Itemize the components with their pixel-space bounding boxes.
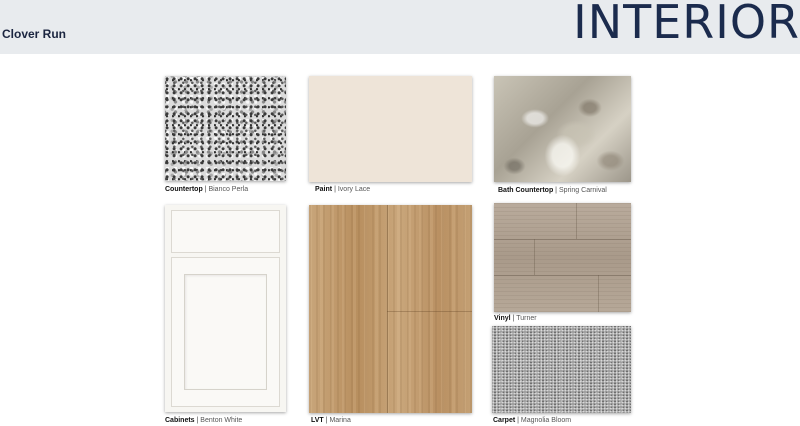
bath-countertop-value: Spring Carnival <box>558 187 607 194</box>
cabinets-caption: Cabinets | Benton White <box>165 417 242 424</box>
countertop-swatch-image <box>165 76 286 181</box>
vinyl-swatch-image <box>494 203 631 312</box>
caption-separator: | <box>517 417 519 424</box>
plank-seam <box>598 275 599 312</box>
cabinet-door-panel <box>171 257 280 407</box>
cabinets-swatch-image <box>165 205 286 412</box>
caption-separator: | <box>196 417 199 424</box>
caption-separator: | <box>204 186 207 193</box>
paint-label: Paint <box>315 186 333 193</box>
plank-seam <box>387 205 388 413</box>
cabinets-label: Cabinets <box>165 417 195 424</box>
paint-caption: Paint | Ivory Lace <box>315 186 370 193</box>
paint-swatch-image <box>309 76 472 182</box>
plank-seam <box>576 203 577 239</box>
countertop-label: Countertop <box>165 186 203 193</box>
paint-value: Ivory Lace <box>337 186 371 193</box>
vinyl-caption: Vinyl | Turner <box>494 315 537 322</box>
bath-countertop-label: Bath Countertop <box>498 187 554 194</box>
caption-separator: | <box>325 417 328 424</box>
vinyl-value: Turner <box>516 315 537 322</box>
carpet-swatch-image <box>492 326 631 413</box>
page-header: Clover Run INTERIOR <box>0 0 800 54</box>
cabinets-value: Benton White <box>200 417 243 424</box>
community-name: Clover Run <box>2 27 67 41</box>
plank-seam <box>534 239 535 275</box>
plank-seam <box>494 275 631 276</box>
carpet-caption: Carpet | Magnolia Bloom <box>493 417 571 424</box>
caption-separator: | <box>334 186 336 193</box>
caption-separator: | <box>555 187 557 194</box>
lvt-caption: LVT | Marina <box>311 417 351 424</box>
section-title: INTERIOR <box>573 0 800 49</box>
vinyl-label: Vinyl <box>494 315 511 322</box>
lvt-value: Marina <box>329 417 351 424</box>
plank-seam <box>387 311 472 312</box>
lvt-label: LVT <box>311 417 324 424</box>
plank-seam <box>494 239 631 240</box>
carpet-value: Magnolia Bloom <box>520 417 572 424</box>
cabinet-top-rail <box>171 210 280 253</box>
lvt-swatch-image <box>309 205 472 413</box>
countertop-caption: Countertop | Bianco Perla <box>165 186 248 193</box>
bath-countertop-swatch-image <box>494 76 631 182</box>
carpet-label: Carpet <box>493 417 516 424</box>
bath-countertop-caption: Bath Countertop | Spring Carnival <box>498 187 607 194</box>
countertop-value: Bianco Perla <box>208 186 249 193</box>
caption-separator: | <box>512 315 515 322</box>
cabinet-inset-panel <box>184 274 267 390</box>
